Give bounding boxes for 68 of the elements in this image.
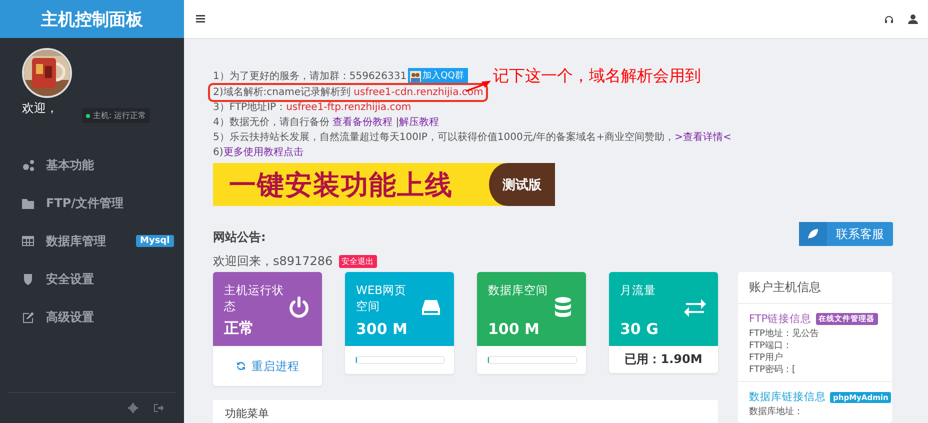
welcome-back-text: 欢迎回来，s8917286 [213, 253, 333, 270]
notice-text: 6) [213, 146, 224, 160]
info-line: FTP密码：[ [749, 364, 796, 376]
menu-badge: Mysql [136, 235, 174, 247]
card-value: 30 G [620, 320, 658, 338]
menu-icon[interactable] [196, 14, 206, 24]
promo-banner[interactable]: 一键安装功能上线 测试版 [213, 163, 555, 206]
card-value: 正常 [224, 319, 254, 338]
sign-out-icon[interactable] [154, 403, 164, 413]
sidebar-item[interactable]: FTP/文件管理 [0, 184, 184, 222]
sidebar-item[interactable]: 数据库管理 Mysql [0, 222, 184, 260]
notice-text: 1）为了更好的服务，请加群：559626331 [213, 70, 407, 84]
notice-text: 3）FTP地址IP： [213, 100, 286, 115]
leaf-icon [799, 222, 827, 246]
menu-label[interactable]: 安全设置 [46, 270, 94, 288]
folder-icon [22, 197, 34, 209]
refresh-icon [236, 361, 246, 371]
exchange-icon [684, 296, 706, 318]
notice-text: | [394, 116, 400, 130]
support-button[interactable]: 联系客服 [799, 222, 893, 246]
headset-icon[interactable] [884, 14, 894, 24]
shield-icon [22, 273, 34, 285]
card-title: 月流量 [620, 282, 657, 298]
banner-tag: 测试版 [486, 163, 555, 206]
notice-text: 2)域名解析:cname记录解析到 [213, 86, 352, 100]
panel-title: 账户主机信息 [738, 272, 892, 304]
card-value: 100 M [488, 320, 540, 338]
menu-label[interactable]: 数据库管理 [46, 232, 106, 250]
domain-text: usfree1-cdn.renzhijia.com [354, 86, 484, 100]
sidebar-item[interactable]: 基本功能 [0, 146, 184, 184]
database-icon [552, 296, 574, 318]
power-icon [288, 296, 310, 318]
logout-badge[interactable]: 安全退出 [338, 255, 377, 268]
menu-label[interactable]: FTP/文件管理 [46, 194, 124, 212]
info-line: FTP地址：见公告 [749, 328, 820, 340]
notice-text: 4）数据无价，请自行备份 [213, 116, 330, 130]
announcement-label: 网站公告: [213, 229, 266, 246]
banner-headline: 一键安装功能上线 [228, 168, 454, 202]
domain-text: usfree1-ftp.renzhijia.com [286, 101, 412, 115]
notice-link[interactable]: 更多使用教程点击 [223, 145, 304, 160]
table-icon [22, 235, 34, 247]
sidebar-item[interactable]: 高级设置 [0, 298, 184, 336]
restart-link[interactable]: 重启进程 [236, 358, 300, 374]
card-title: 数据库空间 [488, 282, 549, 298]
card-title: WEB网页空间 [356, 282, 408, 314]
panel-title: 功能菜单 [225, 407, 269, 420]
menu-label[interactable]: 基本功能 [46, 156, 94, 174]
card-value: 300 M [356, 320, 408, 338]
user-icon[interactable] [908, 14, 918, 24]
info-line: FTP用户 [749, 352, 784, 364]
edit-icon [22, 311, 34, 323]
menu-label[interactable]: 高级设置 [46, 308, 94, 326]
section-link[interactable]: 数据库链接信息 [749, 390, 826, 404]
notice-link[interactable]: 解压教程 [399, 115, 440, 130]
status-text: 主机: 运行正常 [93, 110, 146, 121]
people-icon [410, 71, 421, 82]
welcome-text: 欢迎， [22, 100, 58, 117]
usage-text: 已用：1.90M [624, 351, 704, 368]
notice-text: 5）乐云扶持站长发展，自然流量超过每天100IP，可以获得价值1000元/年的备案域名+商业空间赞助， [213, 130, 675, 145]
sidebar-item[interactable]: 安全设置 [0, 260, 184, 298]
section-link[interactable]: FTP链接信息 [749, 312, 812, 326]
card-title: 主机运行状态 [224, 282, 285, 314]
annotation-text: 记下这一个，域名解析会用到 [493, 66, 701, 87]
info-line: FTP端口： [749, 340, 793, 352]
notice-link[interactable]: 查看备份教程 [332, 115, 393, 130]
sidebar-title: 主机控制面板 [0, 0, 184, 38]
info-line: 数据库地址： [749, 406, 804, 418]
notice-link[interactable]: >查看详情< [674, 130, 732, 145]
